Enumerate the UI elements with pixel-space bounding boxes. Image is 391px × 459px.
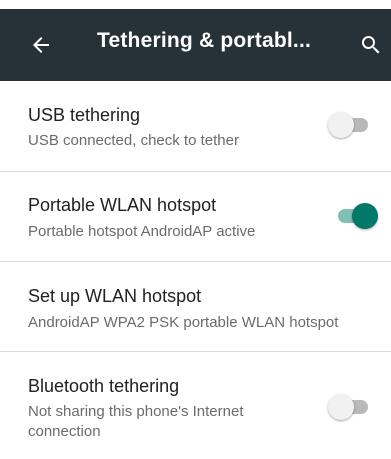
portable-wlan-hotspot-item[interactable]: Portable WLAN hotspot Portable hotspot A… [0, 172, 391, 257]
switch-thumb [328, 112, 354, 138]
item-title: Bluetooth tethering [28, 376, 180, 396]
item-summary: AndroidAP WPA2 PSK portable WLAN hotspot [28, 314, 339, 331]
usb-tethering-switch[interactable] [328, 112, 374, 138]
switch-thumb [328, 394, 354, 420]
item-summary: Not sharing this phone's Internet connec… [28, 403, 244, 440]
page-title: Tethering & portabl... [97, 29, 312, 52]
item-title: Set up WLAN hotspot [28, 286, 202, 306]
item-summary: USB connected, check to tether [28, 132, 239, 149]
item-title: Portable WLAN hotspot [28, 195, 217, 215]
usb-tethering-item[interactable]: USB tethering USB connected, check to te… [0, 81, 391, 166]
switch-thumb [352, 203, 378, 229]
app-toolbar: Tethering & portabl... [0, 9, 391, 81]
status-bar-area [0, 0, 391, 9]
item-summary: Portable hotspot AndroidAP active [28, 223, 256, 240]
set-up-wlan-hotspot-item[interactable]: Set up WLAN hotspot AndroidAP WPA2 PSK p… [0, 262, 391, 352]
bluetooth-tethering-switch[interactable] [328, 394, 374, 420]
item-title: USB tethering [28, 105, 141, 125]
arrow-back-icon[interactable] [28, 33, 54, 57]
search-icon[interactable] [359, 33, 383, 57]
bluetooth-tethering-item[interactable]: Bluetooth tethering Not sharing this pho… [0, 352, 391, 459]
portable-wlan-hotspot-switch[interactable] [332, 203, 378, 229]
